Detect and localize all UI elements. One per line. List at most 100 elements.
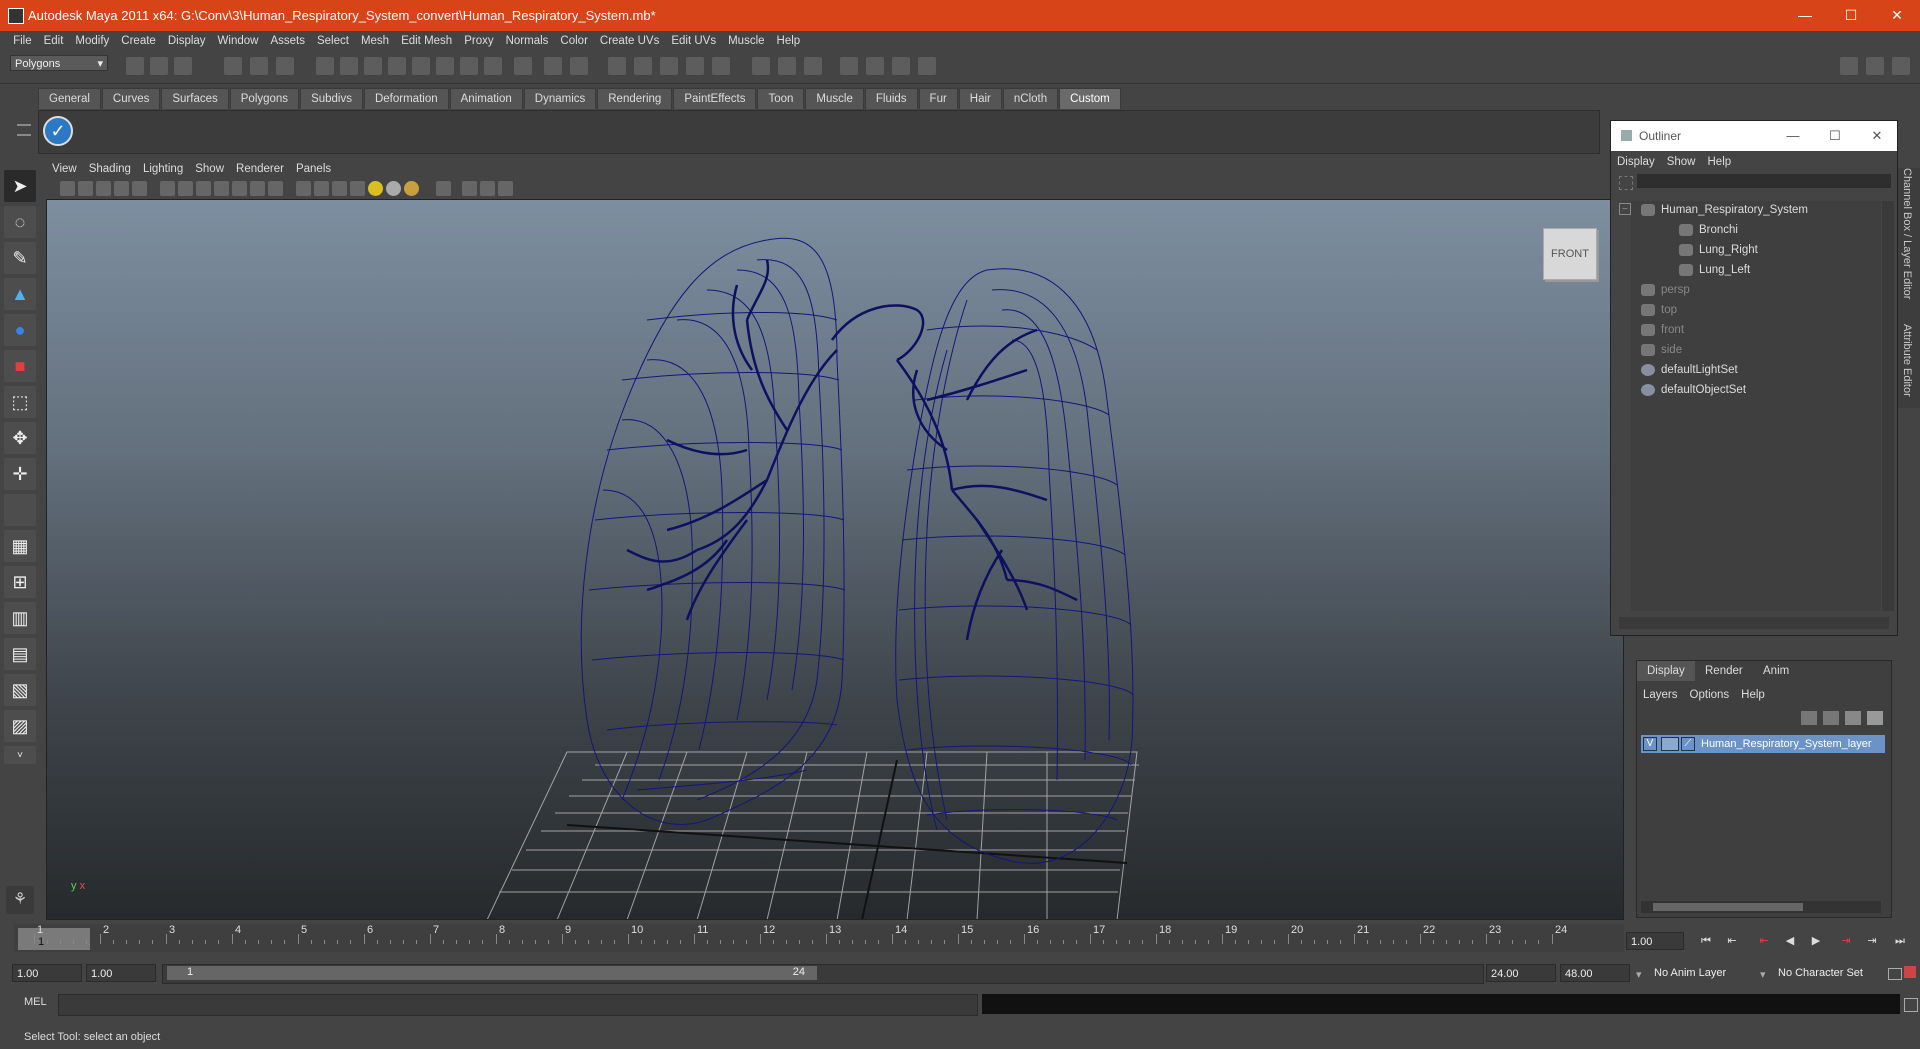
layer-horizontal-scrollbar[interactable]	[1641, 901, 1881, 913]
universal-manipulator-icon[interactable]: ⬚	[4, 386, 36, 418]
maximize-button[interactable]: ☐	[1828, 0, 1874, 31]
film-gate-icon[interactable]	[178, 181, 193, 196]
viewcube[interactable]: FRONT	[1543, 228, 1597, 280]
menu-assets[interactable]: Assets	[264, 31, 311, 51]
viewport-menu-panels[interactable]: Panels	[290, 160, 337, 178]
outliner-item-top[interactable]: top	[1641, 301, 1677, 319]
two-d-pan-zoom-icon[interactable]	[132, 181, 147, 196]
perspective-viewport[interactable]: FRONT y x	[46, 199, 1624, 920]
current-frame-marker[interactable]: 1	[18, 928, 90, 950]
animation-end-field[interactable]: 48.00	[1560, 964, 1630, 982]
select-by-object-icon[interactable]	[250, 57, 268, 75]
step-back-key-icon[interactable]: ⇤	[1722, 932, 1742, 950]
close-button[interactable]: ✕	[1874, 0, 1920, 31]
play-backwards-icon[interactable]: ◀	[1780, 932, 1800, 950]
step-forward-key-icon[interactable]: ⇥	[1862, 932, 1882, 950]
menu-file[interactable]: File	[7, 31, 38, 51]
shelf-tab-deformation[interactable]: Deformation	[363, 88, 449, 109]
shelf-tab-hair[interactable]: Hair	[958, 88, 1002, 109]
menu-normals[interactable]: Normals	[500, 31, 555, 51]
outliner-maximize-button[interactable]: ☐	[1815, 121, 1855, 151]
help-icon[interactable]	[514, 57, 532, 75]
shelf-tab-animation[interactable]: Animation	[449, 88, 523, 109]
viewport-menu-lighting[interactable]: Lighting	[137, 160, 189, 178]
shelf-tab-dynamics[interactable]: Dynamics	[523, 88, 597, 109]
shelf-tab-surfaces[interactable]: Surfaces	[161, 88, 229, 109]
animation-preferences-icon[interactable]	[1904, 966, 1916, 978]
select-tool-icon[interactable]: ➤	[4, 170, 36, 202]
resolution-gate-icon[interactable]	[196, 181, 211, 196]
shelf-tab-rendering[interactable]: Rendering	[597, 88, 673, 109]
select-misc-icon[interactable]	[484, 57, 502, 75]
character-set-chevron-icon[interactable]: ▾	[1760, 968, 1766, 981]
outliner-menu-show[interactable]: Show	[1661, 152, 1702, 172]
four-view-layout-icon[interactable]: ⊞	[4, 566, 36, 598]
select-curve-icon[interactable]	[364, 57, 382, 75]
time-slider[interactable]: 1 1 2 3 4 5 6 7 8 9 10 11 12 13 14 15 16 17 18 19 20 21 22 23 2…	[14, 924, 1624, 952]
select-handle-icon[interactable]	[316, 57, 334, 75]
go-to-end-icon[interactable]: ⏭	[1890, 932, 1910, 950]
channel-box-toggle-icon[interactable]	[1892, 57, 1910, 75]
ipr-render-icon[interactable]	[892, 57, 910, 75]
menu-edit-uvs[interactable]: Edit UVs	[665, 31, 722, 51]
anim-layer-dropdown[interactable]: No Anim Layer	[1650, 964, 1758, 982]
image-plane-icon[interactable]	[114, 181, 129, 196]
safe-action-icon[interactable]	[250, 181, 265, 196]
collapse-icon[interactable]: –	[1619, 203, 1631, 215]
paint-select-tool-icon[interactable]: ✎	[4, 242, 36, 274]
playback-start-field[interactable]: 1.00	[86, 964, 156, 982]
layer-menu-help[interactable]: Help	[1735, 685, 1771, 705]
menu-help[interactable]: Help	[771, 31, 807, 51]
layer-visibility-toggle[interactable]: V	[1643, 737, 1657, 751]
persp-outliner-layout-icon[interactable]: ▥	[4, 602, 36, 634]
play-forwards-icon[interactable]: ▶	[1806, 932, 1826, 950]
layer-color-swatch[interactable]: ⟋	[1681, 737, 1695, 751]
highlight-selection-icon[interactable]	[570, 57, 588, 75]
move-tool-icon[interactable]: ▲	[4, 278, 36, 310]
shelf-tab-custom[interactable]: Custom	[1059, 88, 1121, 109]
step-back-frame-icon[interactable]: ⇤	[1754, 932, 1774, 950]
range-slider[interactable]: 1 24	[162, 964, 1484, 984]
outliner-item-lung-right[interactable]: Lung_Right	[1679, 241, 1758, 259]
output-ops-icon[interactable]	[778, 57, 796, 75]
outliner-item-bronchi[interactable]: Bronchi	[1679, 221, 1738, 239]
menu-edit[interactable]: Edit	[38, 31, 70, 51]
select-surface-icon[interactable]	[388, 57, 406, 75]
scale-tool-icon[interactable]: ■	[4, 350, 36, 382]
snap-curve-icon[interactable]	[634, 57, 652, 75]
anim-layer-chevron-icon[interactable]: ▾	[1636, 968, 1642, 981]
auto-key-icon[interactable]	[1888, 968, 1902, 980]
outliner-horizontal-scrollbar[interactable]	[1619, 617, 1889, 629]
safe-title-icon[interactable]	[268, 181, 283, 196]
layer-up-icon[interactable]	[1845, 711, 1861, 725]
field-chart-icon[interactable]	[232, 181, 247, 196]
outliner-item-defaultobjectset[interactable]: defaultObjectSet	[1641, 381, 1746, 399]
shelf-tab-painteffects[interactable]: PaintEffects	[673, 88, 757, 109]
persp-hypershade-layout-icon[interactable]: ▨	[4, 710, 36, 742]
new-layer-selected-icon[interactable]	[1823, 711, 1839, 725]
show-manipulator-icon[interactable]: ✛	[4, 458, 36, 490]
channel-box-tab[interactable]: Channel Box / Layer Editor	[1901, 168, 1913, 299]
wireframe-icon[interactable]	[296, 181, 311, 196]
select-deformation-icon[interactable]	[412, 57, 430, 75]
last-tool-icon[interactable]	[4, 494, 36, 526]
smooth-shade-icon[interactable]	[314, 181, 329, 196]
shelf-tab-curves[interactable]: Curves	[101, 88, 161, 109]
snap-point-icon[interactable]	[660, 57, 678, 75]
select-by-hierarchy-icon[interactable]	[224, 57, 242, 75]
outliner-close-button[interactable]: ✕	[1857, 121, 1897, 151]
high-quality-icon[interactable]	[404, 181, 419, 196]
menu-edit-mesh[interactable]: Edit Mesh	[395, 31, 458, 51]
select-camera-icon[interactable]	[60, 181, 75, 196]
grid-icon[interactable]	[160, 181, 175, 196]
outliner-vertical-scrollbar[interactable]	[1882, 201, 1894, 611]
soft-modification-icon[interactable]: ✥	[4, 422, 36, 454]
select-joint-icon[interactable]	[340, 57, 358, 75]
render-view-icon[interactable]	[840, 57, 858, 75]
use-all-lights-icon[interactable]	[368, 181, 383, 196]
shelf-tab-toon[interactable]: Toon	[757, 88, 805, 109]
menu-color[interactable]: Color	[554, 31, 593, 51]
wireframe-on-shaded-icon[interactable]	[332, 181, 347, 196]
layer-tab-render[interactable]: Render	[1695, 661, 1753, 681]
menu-display[interactable]: Display	[162, 31, 212, 51]
